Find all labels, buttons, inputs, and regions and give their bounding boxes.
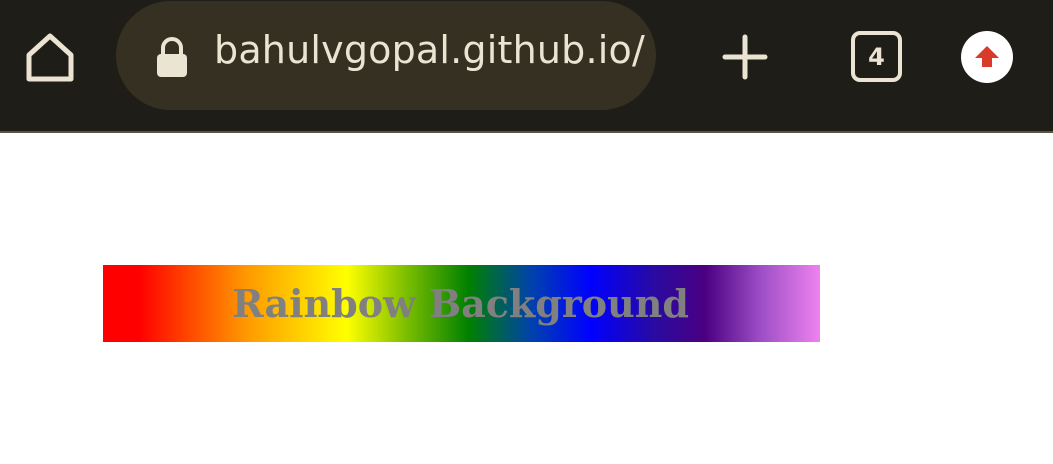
rainbow-banner: Rainbow Background bbox=[103, 265, 820, 342]
lock-icon bbox=[157, 37, 187, 77]
tab-count: 4 bbox=[868, 42, 885, 71]
plus-icon bbox=[722, 34, 768, 80]
update-button[interactable] bbox=[961, 31, 1013, 83]
tab-switcher-button[interactable]: 4 bbox=[851, 31, 902, 82]
home-icon bbox=[26, 33, 74, 82]
update-arrow-icon bbox=[975, 46, 999, 67]
home-button[interactable] bbox=[14, 22, 86, 94]
browser-toolbar: bahulvgopal.github.io/ 4 bbox=[0, 0, 1053, 133]
url-text[interactable]: bahulvgopal.github.io/ bbox=[214, 28, 645, 72]
page-title: Rainbow Background bbox=[232, 281, 689, 326]
new-tab-button[interactable] bbox=[712, 24, 778, 90]
